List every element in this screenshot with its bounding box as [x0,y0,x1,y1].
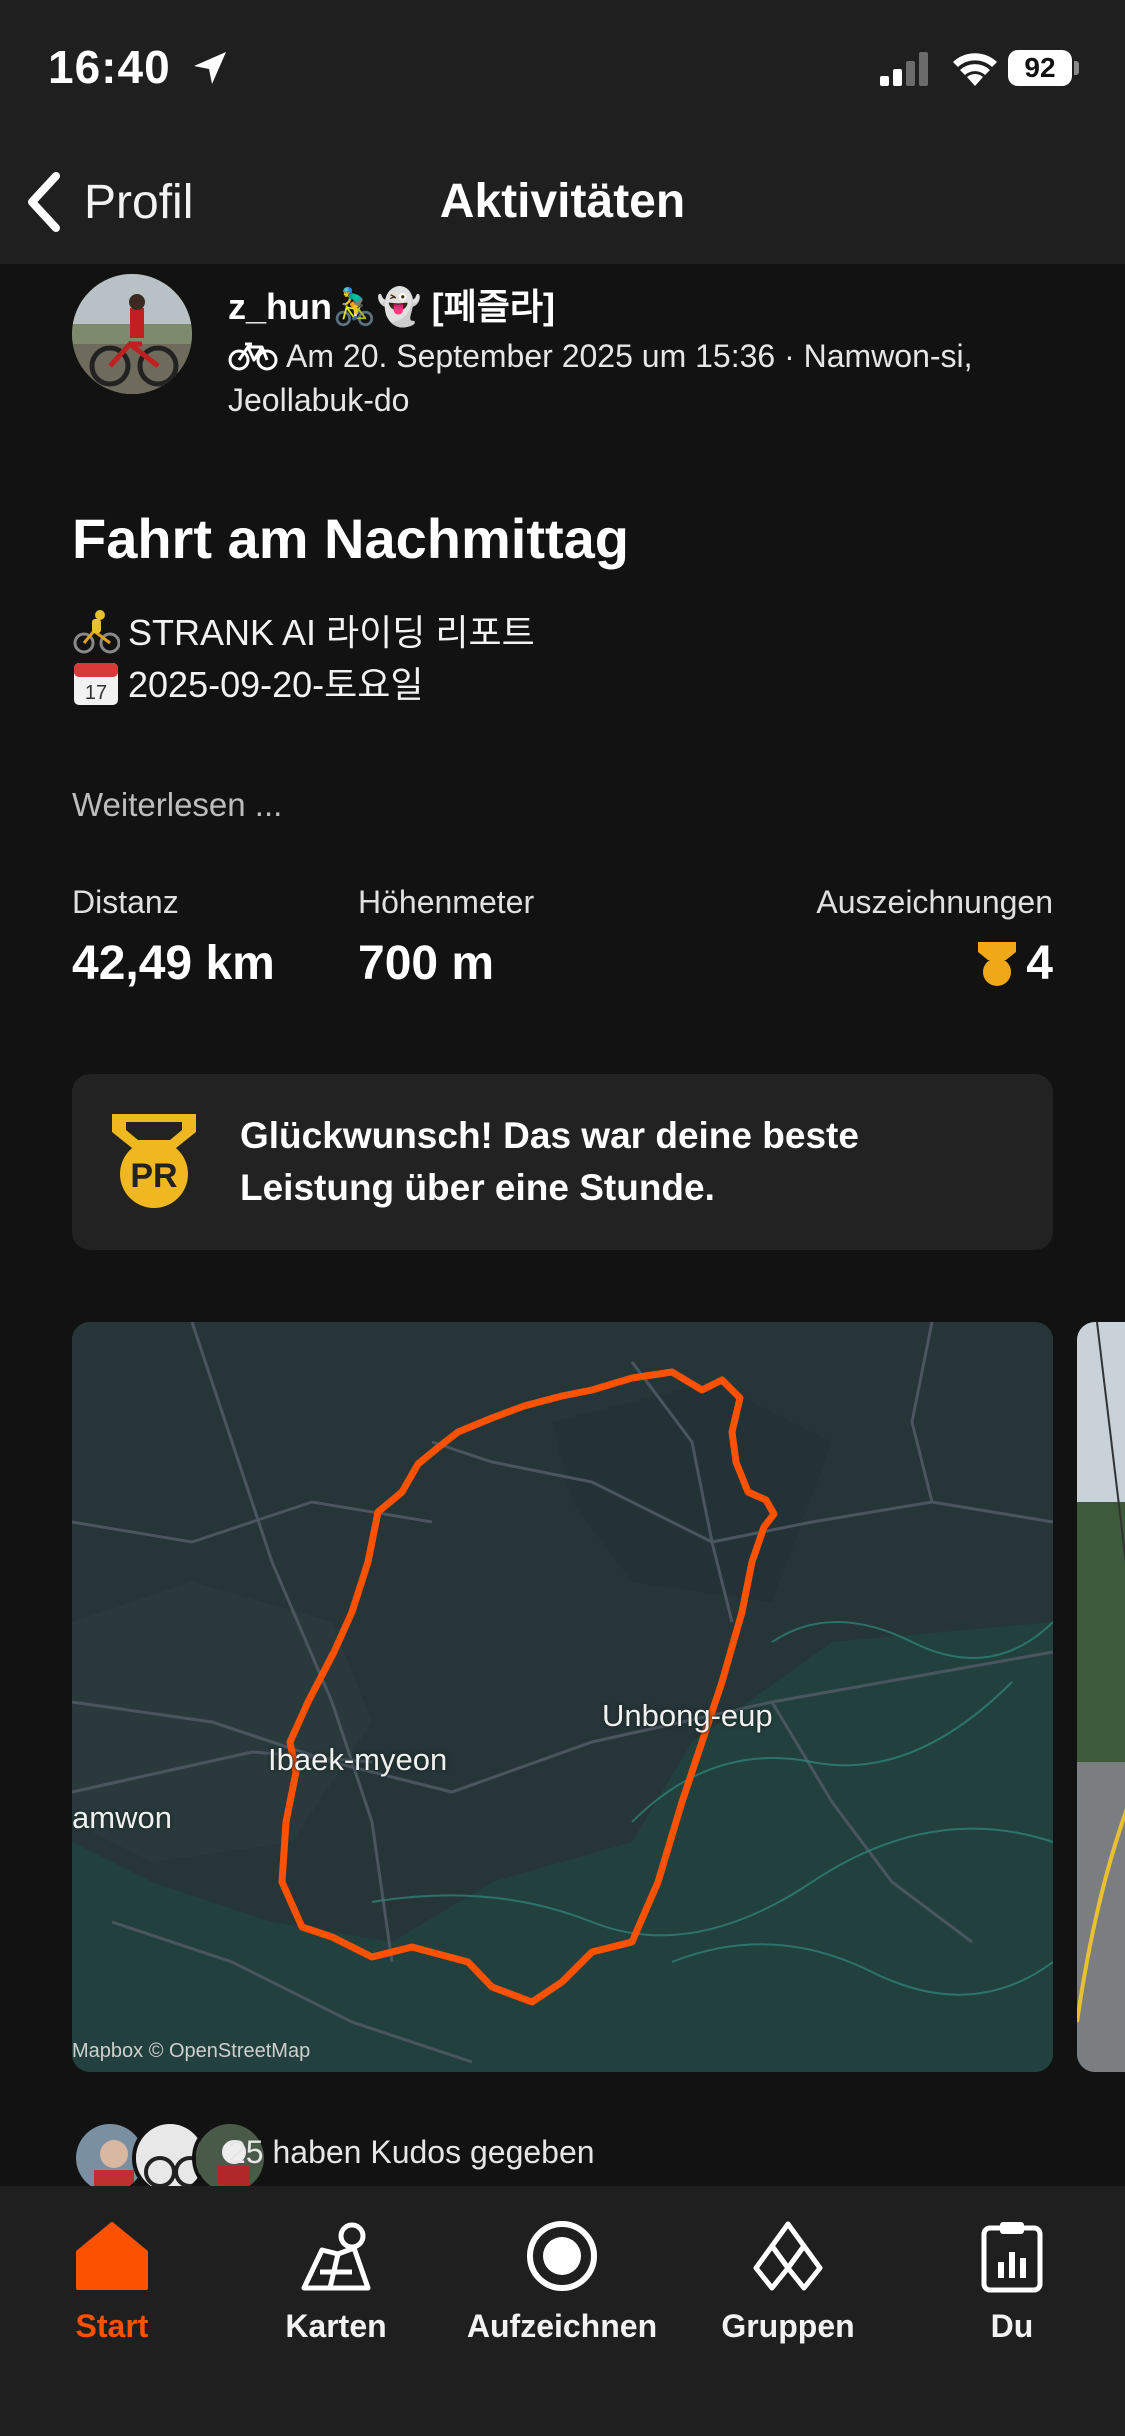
tab-aufzeichnen-label: Aufzeichnen [466,2308,658,2344]
user-avatar[interactable] [72,274,192,394]
tab-bar: Start Karten Aufzeichnen Gruppen Du [0,2186,1125,2436]
tab-start-label: Start [75,2308,149,2344]
stat-achievements-value: 4 [1026,937,1053,990]
status-bar: 16:40 92 [0,0,1125,140]
record-icon [527,2221,597,2291]
kudos-text[interactable]: 25 haben Kudos gegeben [228,2134,595,2171]
avatar-photo [72,274,192,394]
map-icon [301,2222,371,2291]
pr-banner[interactable]: PR Glückwunsch! Das war deine beste Leis… [72,1074,1053,1250]
tab-start[interactable]: Start [12,2204,212,2354]
activity-content[interactable]: z_hun🚴‍♂️👻 [페즐라] Am 20. September 2025 u… [0,264,1125,2186]
battery-level: 92 [1008,50,1072,86]
description-text-1: STRANK AI 라이딩 리포트 [128,612,535,653]
stat-elevation-value: 700 m [358,937,495,990]
activity-title: Fahrt am Nachmittag [72,507,629,570]
pr-banner-text: Glückwunsch! Das war deine beste Leistun… [240,1115,859,1208]
stat-distance-label: Distanz [72,884,179,920]
tab-karten[interactable]: Karten [236,2204,436,2354]
bike-icon [228,342,278,371]
wifi-icon [953,53,997,86]
status-time: 16:40 [48,41,171,93]
tab-du-label: Du [990,2308,1034,2344]
stat-elevation-label: Höhenmeter [358,884,535,920]
activity-meta: Am 20. September 2025 um 15:36 · Namwon-… [228,334,1048,422]
stat-achievements[interactable]: 4 [976,936,1053,991]
svg-text:17: 17 [85,682,107,704]
activity-date-location: Am 20. September 2025 um 15:36 · Namwon-… [228,338,973,418]
map-attribution[interactable]: Mapbox © OpenStreetMap [72,2040,310,2063]
battery-tip [1074,61,1079,75]
map-canvas [72,1322,1053,2072]
trophy-medal-icon [978,941,1017,986]
map-label-unbong: Unbong-eup [602,1698,773,1733]
tab-du[interactable]: Du [912,2204,1112,2354]
stat-distance-value: 42,49 km [72,937,275,990]
clipboard-icon [981,2222,1043,2293]
tab-karten-label: Karten [285,2308,387,2344]
tab-aufzeichnen[interactable]: Aufzeichnen [462,2204,662,2354]
user-name[interactable]: z_hun🚴‍♂️👻 [페즐라] [228,278,555,330]
description-line-2: 17 2025-09-20-토요일 [72,656,424,708]
map-label-ibaek: Ibaek-myeon [268,1742,448,1777]
description-line-1: STRANK AI 라이딩 리포트 [72,604,535,656]
page-title: Aktivitäten [439,175,686,228]
activity-photo-peek[interactable] [1077,1322,1125,2072]
photo-thumbnail [1077,1322,1125,2072]
groups-icon [753,2221,823,2291]
calendar-emoji-icon: 17 [74,663,118,705]
pr-medal-icon: PR [112,1114,196,1208]
map-label-namwon: amwon [72,1800,172,1835]
location-arrow-icon [194,52,226,84]
tab-gruppen[interactable]: Gruppen [688,2204,888,2354]
stat-achievements-label: Auszeichnungen [816,884,1053,920]
cellular-signal-icon [880,52,928,86]
read-more-link[interactable]: Weiterlesen ... [72,786,282,824]
navigation-bar: Profil Aktivitäten [0,140,1125,264]
home-icon [76,2222,148,2290]
tab-gruppen-label: Gruppen [721,2308,855,2344]
cyclist-emoji-icon [73,610,120,654]
description-text-2: 2025-09-20-토요일 [128,664,424,705]
pr-medal-text: PR [130,1157,177,1195]
route-map[interactable]: Unbong-eup Ibaek-myeon amwon Mapbox © Op… [72,1322,1053,2072]
battery-indicator: 92 [1008,50,1080,86]
